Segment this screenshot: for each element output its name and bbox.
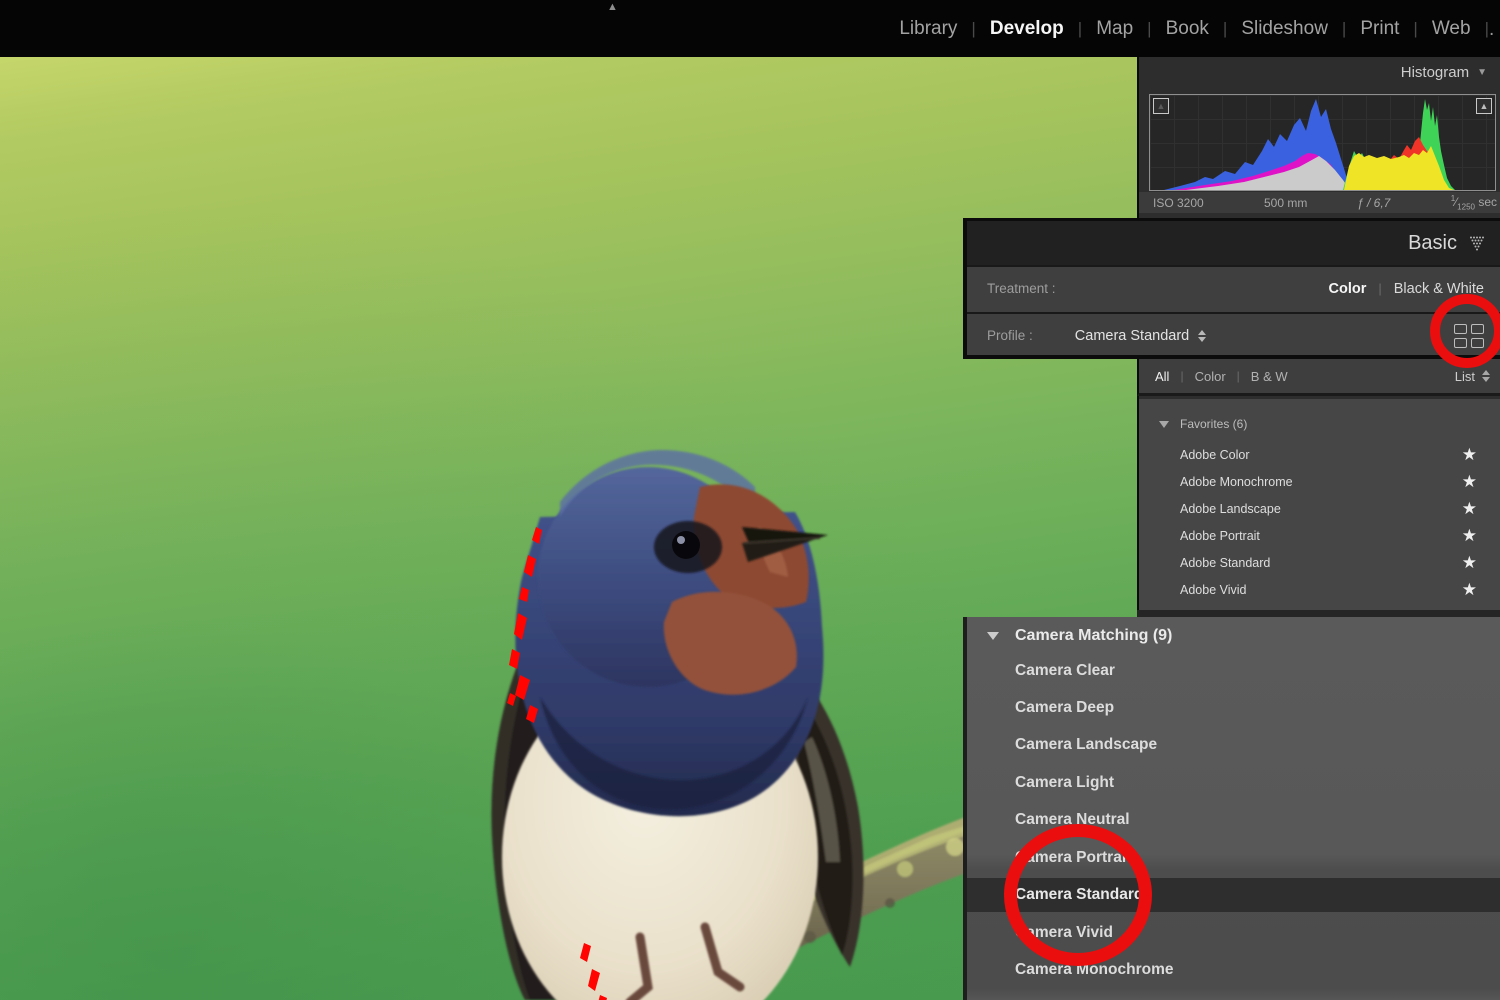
profile-item-camera-clear[interactable]: Camera Clear (967, 654, 1500, 688)
view-mode-value: List (1455, 369, 1475, 384)
profile-item-adobe-vivid[interactable]: Adobe Vivid ★ (1139, 576, 1500, 603)
treatment-row: Treatment : Color | Black & White (967, 265, 1500, 310)
filter-separator: | (1180, 369, 1183, 383)
profile-item-label: Adobe Standard (1180, 556, 1270, 570)
profile-item-camera-portrait[interactable]: Camera Portrait (967, 841, 1500, 875)
filter-color[interactable]: Color (1195, 369, 1226, 384)
module-map[interactable]: Map (1082, 18, 1147, 40)
module-develop[interactable]: Develop (976, 18, 1078, 40)
view-mode-stepper-icon (1482, 370, 1490, 382)
module-library[interactable]: Library (885, 18, 971, 40)
favorite-star-icon[interactable]: ★ (1462, 527, 1477, 544)
profile-item-adobe-color[interactable]: Adobe Color ★ (1139, 441, 1500, 468)
camera-matching-header[interactable]: Camera Matching (9) (967, 623, 1172, 649)
module-web[interactable]: Web (1418, 18, 1485, 40)
treatment-bw-option[interactable]: Black & White (1394, 281, 1484, 297)
exif-aperture: ƒ / 6,7 (1357, 196, 1390, 210)
profile-item-label: Camera Monochrome (1015, 961, 1173, 979)
basic-panel-header[interactable]: Basic (967, 221, 1500, 265)
histogram-collapse-icon[interactable]: ▼ (1477, 67, 1487, 78)
profile-item-adobe-monochrome[interactable]: Adobe Monochrome ★ (1139, 468, 1500, 495)
favorite-star-icon[interactable]: ★ (1462, 554, 1477, 571)
lightroom-develop-screen: ▲ Library | Develop | Map | Book | Slide… (0, 0, 1500, 1000)
profile-item-label: Adobe Landscape (1180, 502, 1281, 516)
clipped-module-artifact: . (1489, 19, 1494, 39)
profile-item-label: Adobe Portrait (1180, 529, 1260, 543)
treatment-separator: | (1378, 281, 1381, 296)
profile-item-label: Camera Deep (1015, 699, 1114, 717)
shutter-numerator: 1 (1451, 194, 1455, 203)
profile-item-label: Camera Landscape (1015, 736, 1157, 754)
favorites-collapse-icon[interactable] (1159, 421, 1169, 428)
camera-matching-section: Camera Matching (9) Camera Clear Camera … (963, 617, 1500, 1000)
profile-item-camera-vivid[interactable]: Camera Vivid (967, 916, 1500, 950)
filter-separator: | (1237, 369, 1240, 383)
profile-item-camera-monochrome[interactable]: Camera Monochrome (967, 953, 1500, 987)
filter-bw[interactable]: B & W (1251, 369, 1288, 384)
profile-label: Profile : (987, 328, 1033, 343)
profile-item-label: Camera Clear (1015, 662, 1115, 680)
section-divider (1137, 610, 1500, 617)
profile-item-label: Adobe Vivid (1180, 583, 1247, 597)
histogram-title: Histogram (1401, 64, 1469, 81)
profile-item-adobe-portrait[interactable]: Adobe Portrait ★ (1139, 522, 1500, 549)
panel-collapse-arrow-icon[interactable]: ▲ (607, 1, 618, 13)
profile-item-label: Camera Standard (1015, 886, 1143, 904)
favorite-star-icon[interactable]: ★ (1462, 581, 1477, 598)
profile-row: Profile : Camera Standard (967, 312, 1500, 357)
histogram-box: ▲ ▲ (1149, 94, 1496, 191)
histogram-header[interactable]: Histogram ▼ (1401, 64, 1487, 81)
favorite-star-icon[interactable]: ★ (1462, 473, 1477, 490)
profile-item-adobe-landscape[interactable]: Adobe Landscape ★ (1139, 495, 1500, 522)
favorite-star-icon[interactable]: ★ (1462, 500, 1477, 517)
profile-item-camera-light[interactable]: Camera Light (967, 766, 1500, 800)
camera-matching-header-label: Camera Matching (9) (1015, 627, 1172, 645)
bird-eye (654, 521, 722, 573)
shutter-denominator: 1250 (1457, 202, 1475, 211)
module-picker: Library | Develop | Map | Book | Slidesh… (885, 0, 1494, 57)
profile-item-label: Camera Neutral (1015, 811, 1130, 829)
profile-item-label: Adobe Color (1180, 448, 1250, 462)
treatment-color-option[interactable]: Color (1329, 281, 1367, 297)
profile-item-adobe-standard[interactable]: Adobe Standard ★ (1139, 549, 1500, 576)
basic-panel: Basic Treatment : Color | Black & White … (963, 218, 1500, 359)
exif-focal-length: 500 mm (1264, 196, 1307, 210)
favorites-section: Favorites (6) Adobe Color ★ Adobe Monoch… (1137, 399, 1500, 610)
exif-iso: ISO 3200 (1153, 196, 1204, 210)
profile-item-label: Camera Vivid (1015, 924, 1113, 942)
module-slideshow[interactable]: Slideshow (1227, 18, 1342, 40)
module-print[interactable]: Print (1346, 18, 1413, 40)
profile-browser-icon[interactable] (1454, 324, 1484, 348)
favorites-header-label: Favorites (6) (1180, 417, 1247, 431)
profile-item-camera-standard-selected[interactable]: Camera Standard (967, 878, 1500, 912)
histogram-curves (1150, 95, 1495, 190)
treatment-label: Treatment : (987, 281, 1056, 296)
basic-panel-title: Basic (1408, 232, 1457, 255)
profile-item-label: Camera Portrait (1015, 849, 1131, 867)
profile-item-label: Camera Light (1015, 774, 1114, 792)
profile-browser-filter-bar: All | Color | B & W List (1137, 359, 1500, 396)
profile-current-value: Camera Standard (1075, 328, 1189, 344)
profile-select[interactable]: Camera Standard (1075, 328, 1206, 344)
highlight-clipping-icon[interactable]: ▲ (1476, 98, 1492, 114)
solo-mode-icon[interactable] (1469, 236, 1486, 251)
exif-info-strip: ISO 3200 500 mm ƒ / 6,7 1⁄1250 sec (1139, 192, 1500, 213)
profile-item-camera-deep[interactable]: Camera Deep (967, 691, 1500, 725)
favorite-star-icon[interactable]: ★ (1462, 446, 1477, 463)
filter-all[interactable]: All (1155, 369, 1169, 384)
shadow-clipping-icon[interactable]: ▲ (1153, 98, 1169, 114)
profile-item-label: Adobe Monochrome (1180, 475, 1293, 489)
module-book[interactable]: Book (1152, 18, 1223, 40)
profile-item-camera-landscape[interactable]: Camera Landscape (967, 728, 1500, 762)
profile-item-camera-neutral[interactable]: Camera Neutral (967, 803, 1500, 837)
favorites-header[interactable]: Favorites (6) (1139, 417, 1247, 431)
shutter-unit: sec (1478, 195, 1497, 209)
view-mode-select[interactable]: List (1455, 369, 1490, 384)
camera-matching-collapse-icon[interactable] (987, 632, 999, 640)
top-module-bar: ▲ Library | Develop | Map | Book | Slide… (0, 0, 1500, 57)
exif-shutter-speed: 1⁄1250 sec (1451, 194, 1497, 211)
profile-stepper-icon (1198, 330, 1206, 342)
